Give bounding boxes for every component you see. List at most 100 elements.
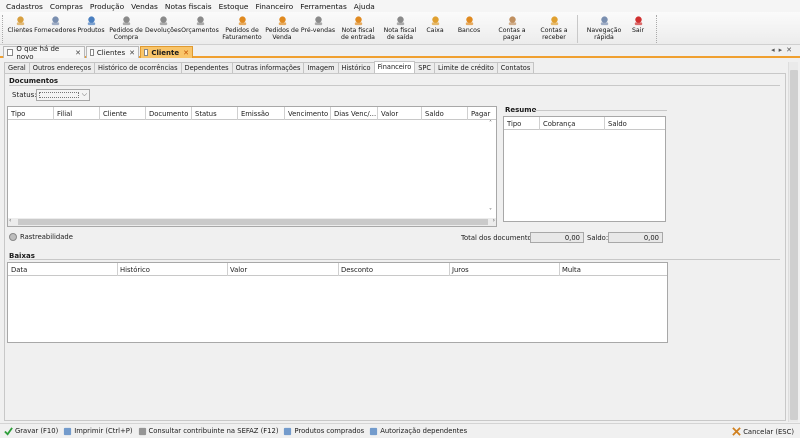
subtab-7[interactable]: Financeiro (373, 61, 416, 73)
column-divider[interactable] (191, 107, 192, 120)
toolbar-button-16[interactable]: Sair (626, 12, 650, 45)
scrollbar-thumb[interactable] (18, 219, 488, 225)
chevron-left-icon[interactable]: ◂ (771, 46, 779, 54)
column-divider[interactable] (237, 107, 238, 120)
doc-tab-clientes[interactable]: Clientes ✕ (86, 46, 139, 58)
subtab-8[interactable]: SPC (414, 62, 436, 73)
subtab-4[interactable]: Outras informações (231, 62, 305, 73)
rastreabilidade-button[interactable]: Rastreabilidade (9, 233, 73, 241)
column-header[interactable]: Saldo (425, 110, 444, 118)
subtab-6[interactable]: Histórico (337, 62, 375, 73)
status-select[interactable]: ⌵ (36, 89, 90, 101)
menu-financeiro[interactable]: Financeiro (255, 2, 293, 11)
menu-producao[interactable]: Produção (90, 2, 124, 11)
doc-tab-whats-new[interactable]: O que há de novo ✕ (3, 45, 85, 61)
toolbar-button-7[interactable]: Pedidos de Venda (265, 12, 299, 45)
column-header[interactable]: Juros (452, 266, 469, 274)
baixas-grid[interactable]: Data Histórico Valor Desconto Juros Multa (7, 262, 668, 343)
column-header[interactable]: Status (195, 110, 217, 118)
toolbar-button-14[interactable]: Contas a receber (535, 12, 573, 45)
chevron-left-icon[interactable]: ‹ (9, 217, 11, 224)
close-icon[interactable]: ✕ (129, 49, 135, 57)
column-header[interactable]: Vencimento (288, 110, 328, 118)
action-button-3[interactable]: Produtos comprados (283, 427, 364, 436)
close-icon[interactable]: ✕ (183, 49, 189, 57)
scrollbar-thumb[interactable] (790, 70, 798, 420)
column-divider[interactable] (604, 117, 605, 130)
subtab-3[interactable]: Dependentes (180, 62, 233, 73)
vertical-scrollbar[interactable] (788, 62, 798, 422)
column-divider[interactable] (421, 107, 422, 120)
doc-tab-cliente[interactable]: Cliente ✕ (140, 46, 193, 58)
close-icon[interactable]: ✕ (786, 46, 796, 54)
column-header[interactable]: Cliente (103, 110, 127, 118)
column-divider[interactable] (99, 107, 100, 120)
toolbar-button-13[interactable]: Contas a pagar (489, 12, 535, 45)
column-header[interactable]: Valor (381, 110, 398, 118)
menu-estoque[interactable]: Estoque (219, 2, 249, 11)
menu-vendas[interactable]: Vendas (131, 2, 158, 11)
column-header[interactable]: Pagar (471, 110, 490, 118)
documentos-grid[interactable]: Tipo Filial Cliente Documento Status Emissão V… (7, 106, 497, 227)
column-divider[interactable] (559, 263, 560, 276)
subtab-0[interactable]: Geral (4, 62, 30, 73)
subtab-1[interactable]: Outros endereços (28, 62, 96, 73)
column-divider[interactable] (539, 117, 540, 130)
column-divider[interactable] (145, 107, 146, 120)
menu-compras[interactable]: Compras (50, 2, 83, 11)
toolbar-button-3[interactable]: Pedidos de Compra (107, 12, 145, 45)
column-header[interactable]: Valor (230, 266, 247, 274)
action-button-2[interactable]: Consultar contribuinte na SEFAZ (F12) (138, 427, 278, 436)
toolbar-button-9[interactable]: Nota fiscal de entrada (337, 12, 379, 45)
cancel-button[interactable]: Cancelar (ESC) (732, 427, 794, 436)
subtab-10[interactable]: Contatos (496, 62, 535, 73)
column-header[interactable]: Emissão (241, 110, 269, 118)
chevron-up-icon[interactable]: ˄ (489, 120, 492, 127)
column-divider[interactable] (467, 107, 468, 120)
column-header[interactable]: Multa (562, 266, 581, 274)
column-divider[interactable] (53, 107, 54, 120)
column-divider[interactable] (449, 263, 450, 276)
action-button-0[interactable]: Gravar (F10) (4, 426, 58, 436)
action-button-1[interactable]: Imprimir (Ctrl+P) (63, 427, 133, 436)
column-header[interactable]: Tipo (11, 110, 25, 118)
menu-ajuda[interactable]: Ajuda (354, 2, 375, 11)
subtab-2[interactable]: Histórico de ocorrências (94, 62, 182, 73)
column-header[interactable]: Dias Venc/... (334, 110, 376, 118)
toolbar-button-1[interactable]: Fornecedores (34, 12, 76, 45)
toolbar-grip[interactable] (656, 15, 659, 43)
column-divider[interactable] (377, 107, 378, 120)
toolbar-button-4[interactable]: Devoluções (145, 12, 181, 45)
grid-horizontal-scroll[interactable]: ‹ › (8, 217, 496, 226)
close-icon[interactable]: ✕ (75, 49, 81, 57)
menu-cadastros[interactable]: Cadastros (6, 2, 43, 11)
subtab-5[interactable]: Imagem (303, 62, 339, 73)
column-divider[interactable] (227, 263, 228, 276)
column-header[interactable]: Desconto (341, 266, 373, 274)
toolbar-button-2[interactable]: Produtos (75, 12, 107, 45)
grid-vertical-scroll[interactable]: ˄ ˅ (488, 120, 496, 218)
column-header[interactable]: Cobrança (543, 120, 575, 128)
toolbar-button-10[interactable]: Nota fiscal de saída (379, 12, 421, 45)
column-header[interactable]: Histórico (120, 266, 150, 274)
column-header[interactable]: Documento (149, 110, 188, 118)
subtab-9[interactable]: Limite de crédito (434, 62, 498, 73)
toolbar-button-12[interactable]: Bancos (449, 12, 489, 45)
column-header[interactable]: Filial (57, 110, 72, 118)
toolbar-button-11[interactable]: Caixa (421, 12, 449, 45)
column-header[interactable]: Data (11, 266, 27, 274)
action-button-4[interactable]: Autorização dependentes (369, 427, 467, 436)
chevron-down-icon[interactable]: ˅ (489, 208, 492, 215)
column-header[interactable]: Tipo (507, 120, 521, 128)
column-divider[interactable] (338, 263, 339, 276)
column-divider[interactable] (330, 107, 331, 120)
toolbar-button-0[interactable]: Clientes (5, 12, 35, 45)
menu-ferramentas[interactable]: Ferramentas (300, 2, 347, 11)
column-divider[interactable] (284, 107, 285, 120)
column-header[interactable]: Saldo (608, 120, 627, 128)
toolbar-button-15[interactable]: Navegação rápida (582, 12, 626, 45)
toolbar-button-5[interactable]: Orçamentos (181, 12, 219, 45)
menu-notas-fiscais[interactable]: Notas fiscais (165, 2, 212, 11)
toolbar-button-8[interactable]: Pré-vendas (299, 12, 337, 45)
column-divider[interactable] (117, 263, 118, 276)
